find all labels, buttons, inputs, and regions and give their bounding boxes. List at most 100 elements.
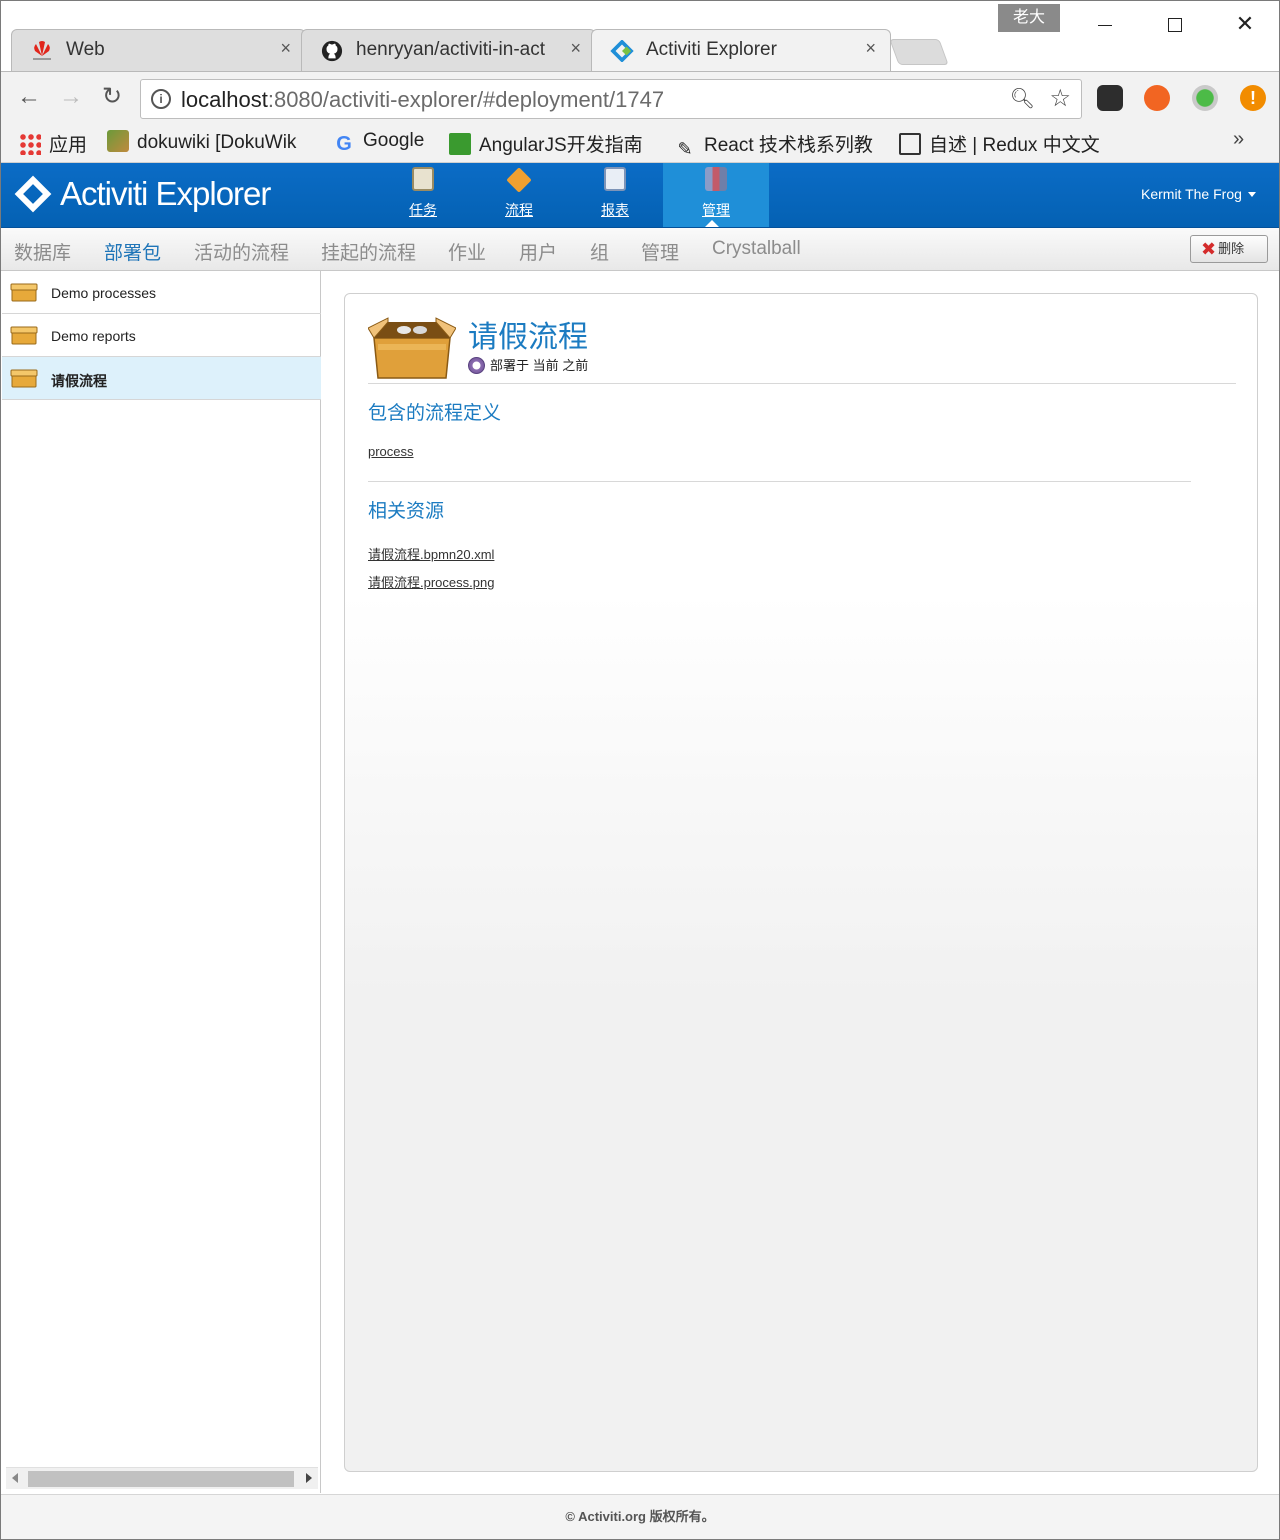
bookmark-label: React 技术栈系列教 [704,135,873,156]
bookmark-star-icon[interactable]: ☆ [1049,84,1071,113]
list-item[interactable]: Demo reports [2,314,321,357]
dokuwiki-icon [107,130,129,152]
admin-submenu: 数据库 部署包 活动的流程 挂起的流程 作业 用户 组 管理 Crystalba… [1,228,1279,271]
minimize-icon [1098,24,1112,26]
update-menu-icon[interactable]: ! [1240,85,1266,111]
deployment-title: 请假流程 [468,321,588,354]
resource-link[interactable]: 请假流程.process.png [368,572,494,591]
react-book-icon: ✎ [677,139,693,159]
user-name: Kermit The Frog [1141,186,1242,202]
google-icon: G [336,133,352,155]
delete-button[interactable]: ✖ 删除 [1190,235,1268,263]
submenu-crystalball[interactable]: Crystalball [712,238,801,260]
submenu-active-processes[interactable]: 活动的流程 [194,238,289,265]
resources-heading: 相关资源 [368,501,445,522]
submenu-admin[interactable]: 管理 [641,238,679,265]
deployment-detail: 请假流程 部署于 当前 之前 包含的流程定义 process 相关资源 请假流程… [344,293,1258,1472]
evernote-icon[interactable] [1097,85,1123,111]
scroll-left-icon[interactable] [12,1473,18,1483]
tab-activiti-explorer[interactable]: Activiti Explorer × [591,29,891,71]
package-icon [10,283,38,302]
chart-icon [604,167,626,191]
process-definitions-heading: 包含的流程定义 [368,403,502,424]
nav-label: 管理 [702,202,730,218]
delete-icon: ✖ [1201,239,1217,259]
dropdown-caret-icon [1247,192,1256,197]
user-menu[interactable]: Kermit The Frog [1141,186,1256,202]
title-bar: Web × henryyan/activiti-in-act × Activit… [1,1,1279,71]
apps-grid-icon [19,133,41,155]
bookmarks-bar: 应用 dokuwiki [DokuWik G Google AngularJS开发… [1,123,1279,163]
resource-link[interactable]: 请假流程.bpmn20.xml [368,544,494,563]
info-icon[interactable]: i [151,89,171,109]
bookmark-angularjs[interactable]: AngularJS开发指南 [449,130,643,157]
nav-label: 任务 [409,202,437,218]
bookmark-dokuwiki[interactable]: dokuwiki [DokuWik [107,130,296,154]
browser-window: Web × henryyan/activiti-in-act × Activit… [0,0,1280,1540]
manage-books-icon [705,167,727,191]
angularjs-icon [449,133,471,155]
maximize-button[interactable] [1152,9,1198,39]
scroll-right-icon[interactable] [306,1473,312,1483]
scrollbar-thumb[interactable] [28,1471,294,1487]
bookmarks-overflow-icon[interactable]: » [1233,128,1244,151]
github-icon [321,40,343,62]
huawei-icon [33,41,51,60]
new-tab-button[interactable] [889,39,949,65]
profile-badge[interactable]: 老大 [998,4,1060,32]
url-text[interactable]: localhost:8080/activiti-explorer/#deploy… [181,87,664,113]
minimize-button[interactable] [1082,9,1128,39]
bookmark-google[interactable]: G Google [333,130,424,155]
ubuntu-icon[interactable] [1144,85,1170,111]
tab-close-icon[interactable]: × [570,38,581,59]
tab-web[interactable]: Web × [11,29,306,71]
deployment-name: 请假流程 [51,373,107,389]
delete-label: 删除 [1218,241,1245,256]
submenu-suspended-processes[interactable]: 挂起的流程 [321,238,416,265]
list-item[interactable]: Demo processes [2,271,321,314]
nav-reports[interactable]: 报表 [567,163,663,227]
divider [368,383,1236,384]
tab-close-icon[interactable]: × [865,38,876,59]
nav-manage[interactable]: 管理 [663,163,769,227]
bookmark-redux[interactable]: 自述 | Redux 中文文 [899,130,1100,157]
back-icon[interactable]: ← [17,84,41,110]
nav-label: 流程 [505,202,533,218]
activiti-logo[interactable]: Activiti Explorer [14,175,271,213]
clock-icon [468,357,485,374]
bookmark-label: 自述 | Redux 中文文 [929,135,1100,156]
list-item[interactable]: 请假流程 [2,357,321,400]
package-icon [10,326,38,345]
bookmark-apps[interactable]: 应用 [19,130,87,157]
tab-title: Activiti Explorer [646,39,777,60]
divider [368,481,1191,482]
deployed-time: 部署于 当前 之前 [468,355,588,374]
submenu-groups[interactable]: 组 [590,238,609,265]
close-window-button[interactable]: ✕ [1222,9,1268,39]
bookmark-label: dokuwiki [DokuWik [137,132,297,153]
maximize-icon [1168,18,1182,33]
reload-icon[interactable]: ↻ [102,84,122,110]
url-host: localhost [181,87,268,112]
tab-close-icon[interactable]: × [280,38,291,59]
forward-icon[interactable]: → [59,84,83,110]
package-large-icon [368,317,456,379]
nav-processes[interactable]: 流程 [471,163,567,227]
extension-icon[interactable] [1192,85,1218,111]
horizontal-scrollbar[interactable] [6,1467,318,1489]
zoom-icon[interactable]: 🔍︎ [1010,86,1035,111]
url-path: :8080/activiti-explorer/#deployment/1747 [267,87,665,112]
process-definition-link[interactable]: process [368,444,414,459]
bookmark-label: AngularJS开发指南 [479,135,643,156]
submenu-users[interactable]: 用户 [519,238,557,265]
bookmark-label: 应用 [49,135,88,156]
submenu-deployments[interactable]: 部署包 [104,238,161,265]
address-bar[interactable]: i localhost:8080/activiti-explorer/#depl… [140,79,1082,119]
submenu-database[interactable]: 数据库 [14,238,71,265]
process-diamond-icon [506,167,532,193]
submenu-jobs[interactable]: 作业 [448,238,486,265]
bookmark-react[interactable]: ✎ React 技术栈系列教 [674,130,873,160]
nav-tasks[interactable]: 任务 [375,163,471,227]
tab-github[interactable]: henryyan/activiti-in-act × [301,29,596,71]
logo-text: Activiti Explorer [60,175,271,212]
